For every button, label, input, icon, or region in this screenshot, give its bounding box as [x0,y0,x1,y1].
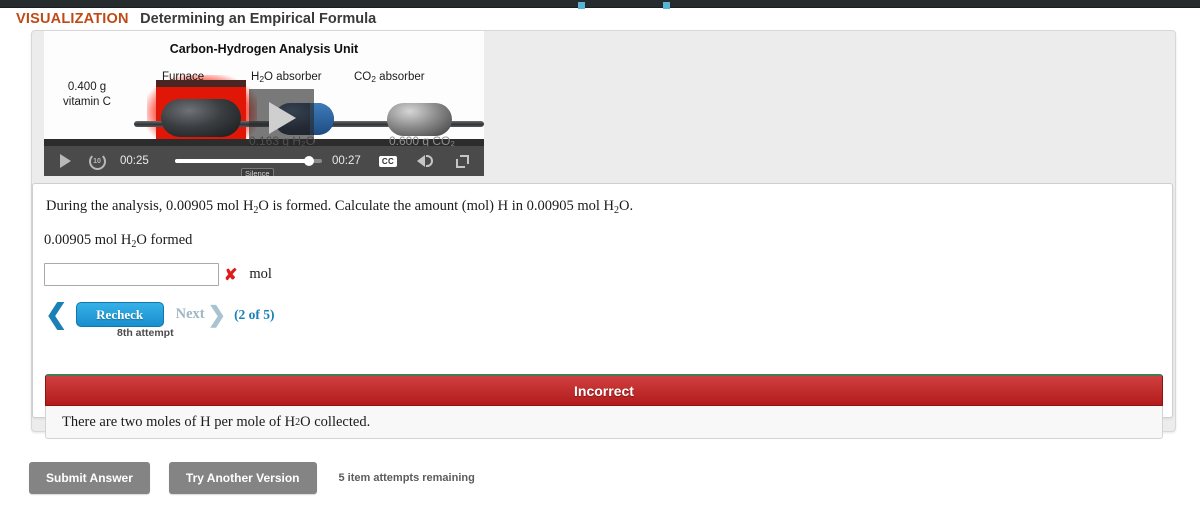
attempt-count-label: 8th attempt [117,327,174,339]
attempts-remaining-label: 5 item attempts remaining [338,472,475,484]
play-button[interactable] [56,146,74,176]
video-control-bar[interactable]: 10 00:25 Silence 00:27 CC [44,146,484,176]
co2-absorber-tube [387,103,452,136]
co2-label-pre: CO [354,71,372,83]
given-text-2: O formed [136,232,193,248]
question-panel: During the analysis, 0.00905 mol H2O is … [32,183,1173,439]
total-time-label: 00:27 [332,155,361,167]
video-stage[interactable]: Carbon-Hydrogen Analysis Unit 0.400 g vi… [44,31,484,146]
incorrect-mark-icon: ✘ [224,266,238,284]
prompt-text-3: O. [619,198,634,214]
play-overlay-button[interactable] [249,89,314,146]
question-progress-count: (2 of 5) [234,306,275,322]
given-text-1: 0.00905 mol H [44,232,132,248]
feedback-text-2: O collected. [300,413,371,430]
furnace-sample-tube [161,99,241,137]
progress-fill [175,159,311,163]
nav-item-indicator-1[interactable] [578,2,585,9]
page-title: VISUALIZATION Determining an Empirical F… [16,10,816,30]
play-icon-small [59,154,71,168]
speaker-icon [417,155,433,167]
try-another-version-button[interactable]: Try Another Version [168,462,317,494]
feedback-message: There are two moles of H per mole of H2O… [45,406,1163,439]
co2-absorber-label: CO2 absorber [354,71,425,84]
feedback-text-1: There are two moles of H per mole of H [62,413,296,430]
volume-waves-icon [426,155,433,167]
status-badge: Incorrect [45,374,1163,406]
progress-track[interactable] [175,156,322,166]
current-time-label: 00:25 [120,155,149,167]
answer-unit-label: mol [249,266,272,282]
rewind-icon: 10 [88,152,106,170]
volume-button[interactable] [409,146,433,176]
previous-question-chevron-icon[interactable]: ❮ [45,301,68,328]
furnace-label: Furnace [162,71,205,83]
next-question-label[interactable]: Next [176,306,205,323]
visualization-kicker: VISUALIZATION [16,11,129,27]
video-player[interactable]: Carbon-Hydrogen Analysis Unit 0.400 g vi… [44,31,484,176]
feedback-block: Incorrect There are two moles of H per m… [45,374,1163,439]
activity-panel: Carbon-Hydrogen Analysis Unit 0.400 g vi… [31,30,1176,439]
silence-tooltip: Silence [241,168,274,176]
closed-captions-button[interactable]: CC [377,146,399,176]
water-absorber-label: H2O absorber [251,71,322,84]
sample-mass-text: 0.400 g [67,81,107,93]
answer-input[interactable] [44,263,219,286]
sample-name-text: vitamin C [63,96,111,108]
question-navigation-row: ❮ Recheck Next ❯ (2 of 5) [45,301,275,328]
recheck-button[interactable]: Recheck [75,302,164,327]
answer-row: ✘ mol [44,263,272,286]
fullscreen-icon [455,154,469,168]
progress-handle[interactable] [304,156,315,166]
co2-label-post: absorber [375,71,425,83]
fullscreen-button[interactable] [452,146,472,176]
cc-icon: CC [378,155,398,167]
prompt-text-2: O is formed. Calculate the amount (mol) … [258,198,615,214]
h2o-label-post: O absorber [264,71,322,83]
play-icon [269,102,296,134]
prompt-text-1: During the analysis, 0.00905 mol H [46,198,254,214]
visualization-title: Determining an Empirical Formula [140,11,377,27]
sample-label: 0.400 g vitamin C [52,80,122,110]
next-question-chevron-icon[interactable]: ❯ [208,303,226,326]
rewind-10-button[interactable]: 10 [86,146,108,176]
co2-mass-readout: 0.600 g CO₂ [389,134,456,146]
nav-item-indicator-2[interactable] [663,2,670,9]
video-heading: Carbon-Hydrogen Analysis Unit [169,42,359,56]
question-given-value: 0.00905 mol H2O formed [44,232,192,250]
submit-answer-button[interactable]: Submit Answer [29,462,150,494]
bottom-action-bar: Submit Answer Try Another Version 5 item… [29,462,475,494]
question-prompt: During the analysis, 0.00905 mol H2O is … [46,198,633,216]
top-navigation-bar [0,0,1200,9]
